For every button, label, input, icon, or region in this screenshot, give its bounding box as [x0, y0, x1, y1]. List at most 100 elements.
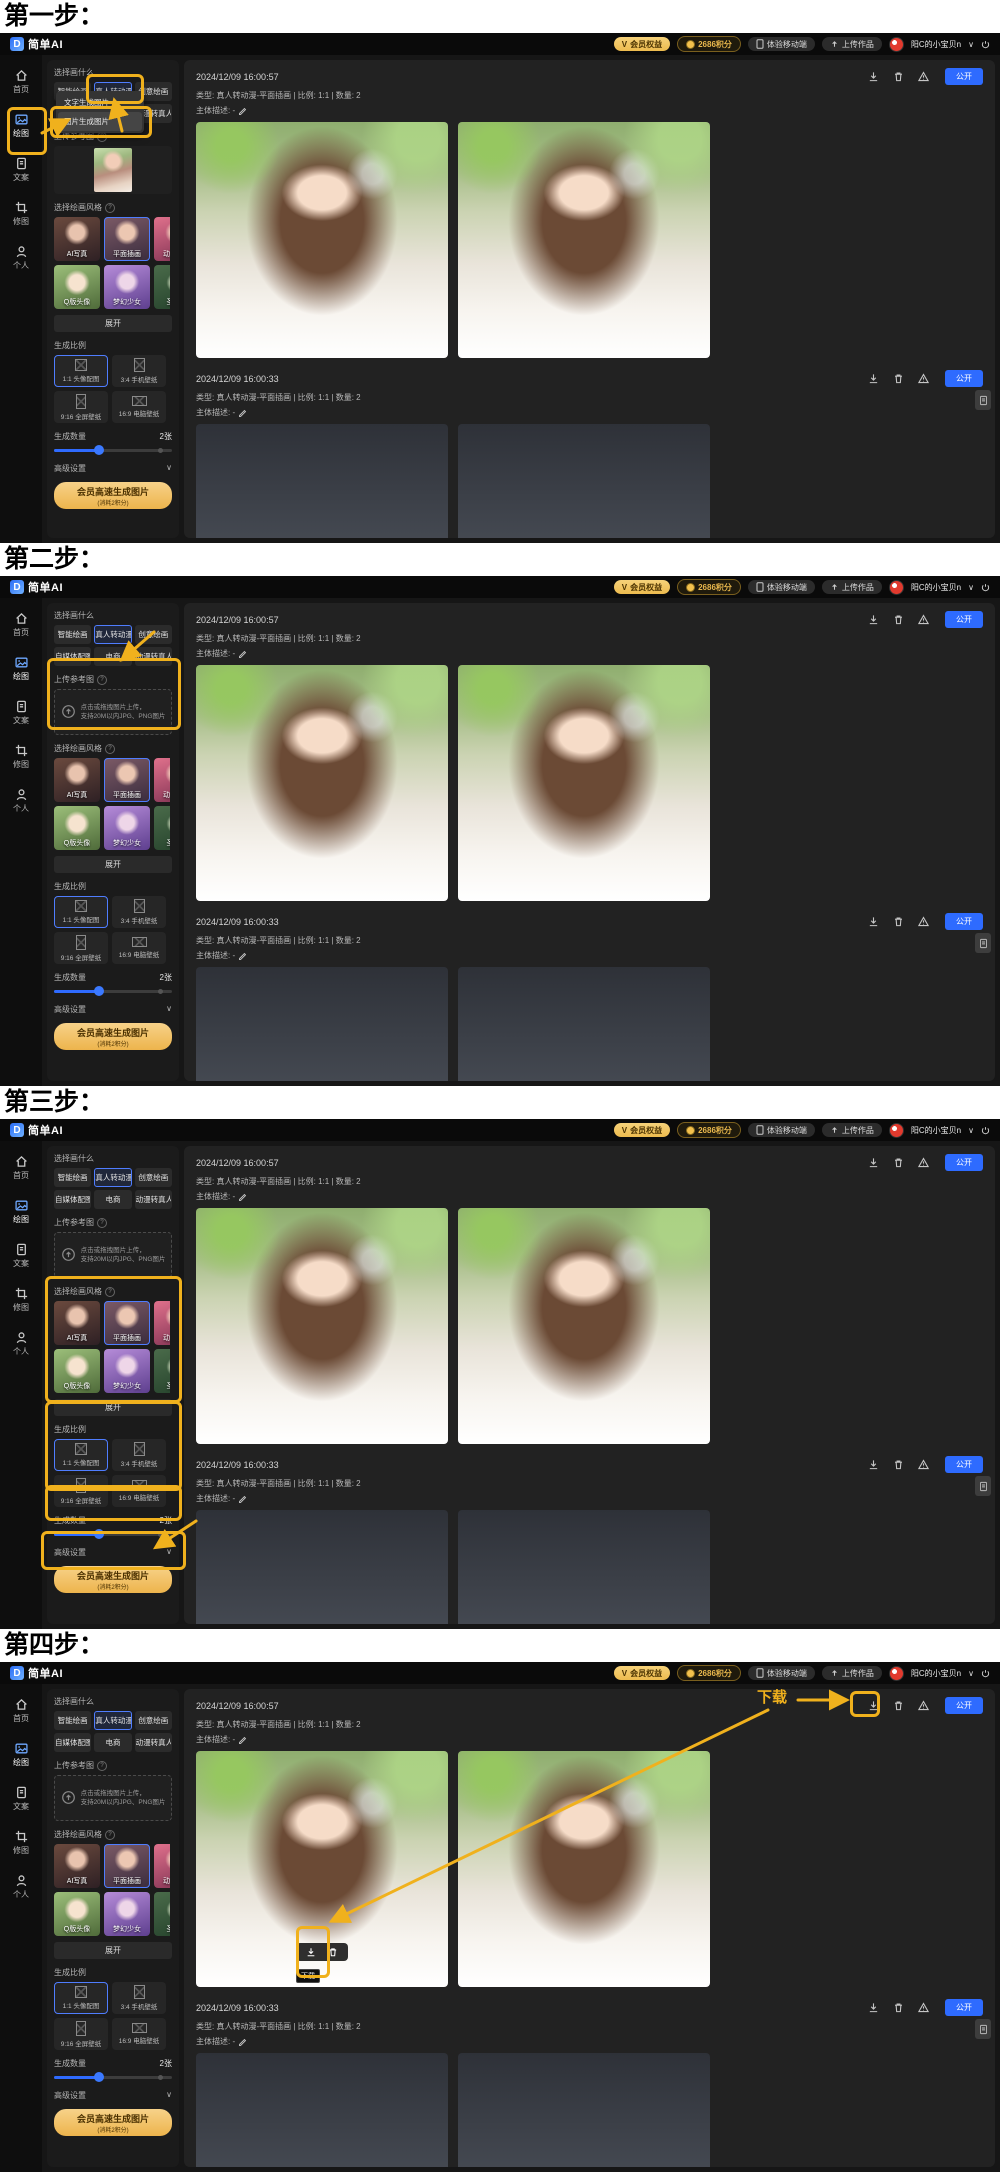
mode-button-anime-to-real[interactable]: 动漫转真人	[135, 1190, 172, 1209]
delete-icon[interactable]	[893, 2002, 904, 2013]
generated-image-2[interactable]	[458, 665, 710, 901]
report-icon[interactable]	[918, 916, 929, 927]
user-avatar[interactable]	[889, 37, 904, 52]
style-card-dreamy-girl[interactable]: 梦幻少女	[104, 1349, 150, 1393]
logout-power-icon[interactable]	[981, 40, 990, 49]
mode-button-smart-draw[interactable]: 智能绘画	[54, 1168, 91, 1187]
generated-image-1[interactable]: 下载	[196, 1751, 448, 1987]
ratio-tile-3-4[interactable]: 3:4 手机壁纸	[112, 896, 166, 928]
delete-icon[interactable]	[893, 71, 904, 82]
app-logo[interactable]: D	[10, 1666, 24, 1680]
chevron-down-icon[interactable]: ∨	[968, 1126, 974, 1135]
mode-button-creative-draw[interactable]: 创意绘画	[135, 1711, 172, 1730]
dropdown-item-text-to-image[interactable]: 文字生成图片	[58, 93, 142, 112]
style-card-dreamy-girl[interactable]: 梦幻少女	[104, 1892, 150, 1936]
publish-button[interactable]: 公开	[945, 1999, 983, 2016]
generated-image-1[interactable]	[196, 967, 448, 1081]
delete-icon[interactable]	[893, 1157, 904, 1168]
report-icon[interactable]	[918, 1459, 929, 1470]
notes-side-button[interactable]	[975, 1476, 991, 1496]
app-logo[interactable]: D	[10, 37, 24, 51]
style-card-anime-portrait[interactable]: 热门动漫写真	[154, 1301, 170, 1345]
notes-side-button[interactable]	[975, 390, 991, 410]
points-button[interactable]: 2686积分	[677, 579, 741, 595]
upload-dropzone[interactable]: 点击或拖拽图片上传， 支持20M以内JPG、PNG图片	[54, 1232, 172, 1278]
logout-power-icon[interactable]	[981, 583, 990, 592]
style-card-dreamy-girl[interactable]: 梦幻少女	[104, 806, 150, 850]
edit-pencil-icon[interactable]	[238, 649, 247, 658]
sidebar-item-draw[interactable]: 绘图	[13, 1199, 29, 1225]
style-card-christmas[interactable]: 圣诞风	[154, 1892, 170, 1936]
sidebar-item-profile[interactable]: 个人	[13, 245, 29, 271]
style-card-chibi-avatar[interactable]: Q版头像	[54, 806, 100, 850]
ratio-tile-1-1[interactable]: 1:1 头像配图	[54, 896, 108, 928]
style-card-chibi-avatar[interactable]: Q版头像	[54, 1892, 100, 1936]
generated-image-2[interactable]	[458, 2053, 710, 2167]
generated-image-1[interactable]	[196, 424, 448, 538]
ratio-tile-16-9[interactable]: 16:9 电脑壁纸	[112, 2018, 166, 2050]
generate-button[interactable]: 会员高速生成图片 (消耗2积分)	[54, 2109, 172, 2136]
style-card-ai-portrait[interactable]: AI写真	[54, 1301, 100, 1345]
style-card-anime-portrait[interactable]: 热门动漫写真	[154, 217, 170, 261]
mobile-version-button[interactable]: 体验移动端	[748, 580, 815, 594]
download-icon[interactable]	[868, 71, 879, 82]
mode-button-real-to-anime[interactable]: 真人转动漫	[94, 1168, 131, 1187]
sidebar-item-photo-edit[interactable]: 修图	[13, 744, 29, 770]
generated-image-2[interactable]	[458, 1751, 710, 1987]
generate-button[interactable]: 会员高速生成图片 (消耗2积分)	[54, 482, 172, 509]
style-card-dreamy-girl[interactable]: 梦幻少女	[104, 265, 150, 309]
delete-icon[interactable]	[893, 614, 904, 625]
download-icon[interactable]	[868, 1459, 879, 1470]
publish-button[interactable]: 公开	[945, 1456, 983, 1473]
expand-styles-button[interactable]: 展开	[54, 1942, 172, 1959]
member-benefits-button[interactable]: V 会员权益	[614, 580, 670, 594]
dropdown-item-image-to-image[interactable]: 图片生成图片	[58, 112, 142, 131]
sidebar-item-copywriting[interactable]: 文案	[13, 1243, 29, 1269]
mode-button-smart-draw[interactable]: 智能绘画	[54, 625, 91, 644]
style-card-ai-portrait[interactable]: AI写真	[54, 1844, 100, 1888]
mode-button-anime-to-real[interactable]: 动漫转真人	[135, 647, 172, 666]
style-card-chibi-avatar[interactable]: Q版头像	[54, 265, 100, 309]
ratio-tile-3-4[interactable]: 3:4 手机壁纸	[112, 355, 166, 387]
report-icon[interactable]	[918, 614, 929, 625]
upload-dropzone[interactable]: 点击或拖拽图片上传， 支持20M以内JPG、PNG图片	[54, 689, 172, 735]
edit-pencil-icon[interactable]	[238, 1735, 247, 1744]
ratio-tile-1-1[interactable]: 1:1 头像配图	[54, 355, 108, 387]
upload-work-button[interactable]: 上传作品	[822, 37, 882, 51]
sidebar-item-home[interactable]: 首页	[13, 612, 29, 638]
generated-image-1[interactable]: 下载	[196, 1208, 448, 1444]
member-benefits-button[interactable]: V 会员权益	[614, 1666, 670, 1680]
download-icon[interactable]	[868, 373, 879, 384]
mode-button-social-media[interactable]: 自媒体配图	[54, 1190, 91, 1209]
generated-image-2[interactable]	[458, 424, 710, 538]
mode-button-social-media[interactable]: 自媒体配图	[54, 1733, 91, 1752]
user-avatar[interactable]	[889, 1666, 904, 1681]
style-card-ai-portrait[interactable]: AI写真	[54, 217, 100, 261]
sidebar-item-draw[interactable]: 绘图	[13, 1742, 29, 1768]
edit-pencil-icon[interactable]	[238, 106, 247, 115]
logout-power-icon[interactable]	[981, 1669, 990, 1678]
generated-image-2[interactable]	[458, 1208, 710, 1444]
ratio-tile-9-16[interactable]: 9:16 全屏壁纸	[54, 932, 108, 964]
style-card-christmas[interactable]: 圣诞风	[154, 806, 170, 850]
points-button[interactable]: 2686积分	[677, 1665, 741, 1681]
style-card-flat-illustration[interactable]: 平面插画	[104, 1844, 150, 1888]
image-download-icon[interactable]	[306, 1947, 316, 1957]
mode-button-smart-draw[interactable]: 智能绘画	[54, 1711, 91, 1730]
points-button[interactable]: 2686积分	[677, 36, 741, 52]
count-slider[interactable]	[54, 445, 172, 455]
expand-styles-button[interactable]: 展开	[54, 315, 172, 332]
member-benefits-button[interactable]: V 会员权益	[614, 1123, 670, 1137]
publish-button[interactable]: 公开	[945, 1697, 983, 1714]
advanced-settings-row[interactable]: 高级设置 ∨	[54, 463, 172, 474]
slider-knob[interactable]	[94, 1529, 104, 1539]
delete-icon[interactable]	[893, 1459, 904, 1470]
sidebar-item-copywriting[interactable]: 文案	[13, 1786, 29, 1812]
generated-image-1[interactable]	[196, 1510, 448, 1624]
ratio-tile-9-16[interactable]: 9:16 全屏壁纸	[54, 391, 108, 423]
chevron-down-icon[interactable]: ∨	[968, 1669, 974, 1678]
style-card-chibi-avatar[interactable]: Q版头像	[54, 1349, 100, 1393]
ratio-tile-16-9[interactable]: 16:9 电脑壁纸	[112, 391, 166, 423]
style-card-christmas[interactable]: 圣诞风	[154, 1349, 170, 1393]
mode-button-real-to-anime[interactable]: 真人转动漫	[94, 625, 131, 644]
